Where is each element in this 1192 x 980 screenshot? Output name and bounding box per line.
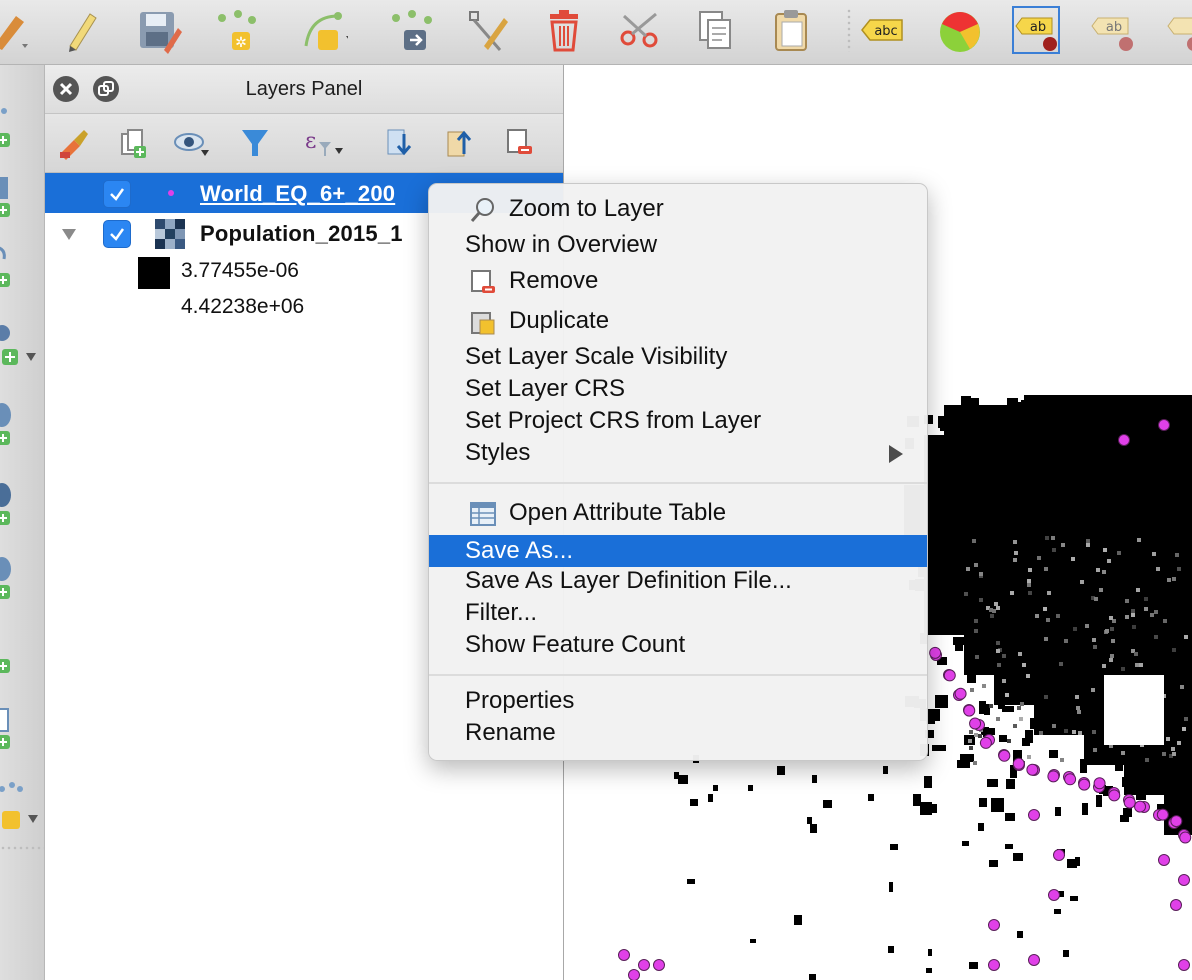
layer-visibility-checkbox[interactable] <box>103 180 131 208</box>
menu-item-filter[interactable]: Filter... <box>429 597 927 629</box>
checkmark-icon <box>110 188 125 201</box>
layer-labeling-icon[interactable]: abc <box>858 6 906 54</box>
layer-name: World_EQ_6+_200 <box>200 181 396 206</box>
svg-text:abc: abc <box>874 24 897 39</box>
toggle-editing-pencil-icon[interactable] <box>58 6 106 54</box>
menu-item-properties[interactable]: Properties <box>429 685 927 717</box>
copy-features-icon[interactable] <box>692 6 740 54</box>
svg-text:ε: ε <box>305 129 316 154</box>
new-shapefile-layer-icon[interactable] <box>0 775 44 829</box>
collapse-triangle-icon[interactable] <box>61 227 77 241</box>
digitize-dropdown-icon[interactable] <box>0 6 34 54</box>
panel-titlebar: Layers Panel <box>45 65 563 114</box>
add-spatialite-layer-icon[interactable] <box>0 323 44 367</box>
left-toolbar-separator <box>0 845 44 851</box>
submenu-arrow-icon <box>889 445 903 463</box>
layer-context-menu: Zoom to Layer Show in Overview Remove Du… <box>428 183 928 761</box>
main-toolbar: ✲ abc ab ab <box>0 0 1192 65</box>
show-hide-labels-icon[interactable]: ab <box>1088 6 1136 54</box>
point-symbol-icon <box>168 190 174 196</box>
svg-text:ab: ab <box>1030 20 1046 35</box>
pin-labels-icon[interactable]: ab <box>1012 6 1060 54</box>
move-label-icon[interactable] <box>1164 6 1192 54</box>
svg-text:✲: ✲ <box>235 35 247 51</box>
legend-max-value: 4.42238e+06 <box>181 295 305 318</box>
legend-min-value: 3.77455e-06 <box>181 259 299 282</box>
menu-item-rename[interactable]: Rename <box>429 717 927 749</box>
save-edits-icon[interactable] <box>134 6 182 54</box>
add-point-feature-icon[interactable]: ✲ <box>212 6 260 54</box>
layer-name: Population_2015_1 <box>200 221 403 246</box>
add-oracle-layer-icon[interactable] <box>0 483 44 527</box>
manage-layers-toolbar <box>0 65 45 980</box>
add-wcs-layer-icon[interactable] <box>0 655 44 699</box>
add-group-icon[interactable] <box>113 123 153 163</box>
menu-item-remove[interactable]: Remove <box>429 265 927 297</box>
menu-item-set-layer-scale-visibility[interactable]: Set Layer Scale Visibility <box>429 341 927 373</box>
add-delimited-text-layer-icon[interactable] <box>0 707 44 751</box>
menu-item-show-in-overview[interactable]: Show in Overview <box>429 229 927 261</box>
duplicate-layer-icon <box>471 312 495 335</box>
style-manager-icon[interactable] <box>53 123 93 163</box>
add-wms-layer-icon[interactable] <box>0 557 44 601</box>
collapse-all-icon[interactable] <box>439 123 479 163</box>
raster-layer-icon <box>155 219 185 249</box>
menu-item-save-as-layer-definition[interactable]: Save As Layer Definition File... <box>429 565 927 597</box>
add-vector-layer-icon[interactable] <box>0 75 44 147</box>
layers-panel-toolbar: ε <box>45 114 563 173</box>
filter-by-expression-icon[interactable]: ε <box>303 123 343 163</box>
menu-item-duplicate[interactable]: Duplicate <box>429 305 927 337</box>
table-icon <box>470 502 496 526</box>
panel-title: Layers Panel <box>245 78 363 100</box>
layer-visibility-checkbox[interactable] <box>103 220 131 248</box>
pie-diagram-icon[interactable] <box>936 6 984 54</box>
delete-selected-icon[interactable] <box>540 6 588 54</box>
manage-visibility-icon[interactable] <box>173 123 213 163</box>
remove-layer-icon[interactable] <box>499 123 539 163</box>
menu-item-open-attribute-table[interactable]: Open Attribute Table <box>429 497 927 529</box>
paste-features-icon[interactable] <box>768 6 816 54</box>
legend-color-swatch <box>138 257 170 289</box>
add-raster-layer-icon[interactable] <box>0 175 44 219</box>
menu-item-set-project-crs[interactable]: Set Project CRS from Layer <box>429 405 927 437</box>
menu-item-show-feature-count[interactable]: Show Feature Count <box>429 629 927 661</box>
remove-layer-icon <box>471 270 495 293</box>
menu-item-styles[interactable]: Styles <box>429 437 927 469</box>
menu-item-save-as[interactable]: Save As... <box>429 535 927 567</box>
add-line-feature-icon[interactable] <box>300 6 348 54</box>
menu-item-set-layer-crs[interactable]: Set Layer CRS <box>429 373 927 405</box>
expand-all-icon[interactable] <box>379 123 419 163</box>
node-tool-icon[interactable] <box>464 6 512 54</box>
checkmark-icon <box>110 228 125 241</box>
add-postgis-layer-icon[interactable] <box>0 243 44 287</box>
toolbar-separator <box>846 8 852 52</box>
cut-features-icon[interactable] <box>616 6 664 54</box>
menu-separator <box>429 674 927 676</box>
filter-legend-icon[interactable] <box>235 123 275 163</box>
zoom-icon <box>470 198 494 222</box>
svg-text:ab: ab <box>1106 20 1122 35</box>
add-mssql-layer-icon[interactable] <box>0 403 44 447</box>
move-feature-icon[interactable] <box>388 6 436 54</box>
menu-separator <box>429 482 927 484</box>
menu-item-zoom-to-layer[interactable]: Zoom to Layer <box>429 193 927 225</box>
